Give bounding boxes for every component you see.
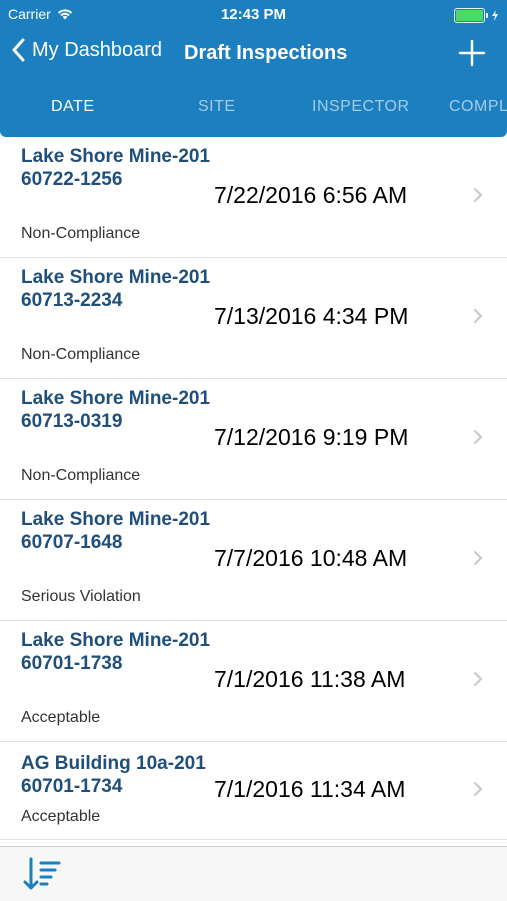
list-item[interactable]: Lake Shore Mine-20160713-2234 Non-Compli… bbox=[0, 258, 507, 379]
list-item[interactable]: AG Building 10a-20160701-1734 Acceptable… bbox=[0, 742, 507, 840]
list-item[interactable]: Lake Shore Mine-20160707-1648 Serious Vi… bbox=[0, 500, 507, 621]
chevron-right-icon bbox=[474, 188, 483, 202]
inspection-date: 7/12/2016 9:19 PM bbox=[214, 424, 409, 450]
inspection-date: 7/7/2016 10:48 AM bbox=[214, 545, 408, 571]
sort-tabs: DATE SITE INSPECTOR COMPL bbox=[0, 88, 507, 128]
back-button[interactable]: My Dashboard bbox=[12, 38, 162, 62]
tab-site[interactable]: SITE bbox=[198, 98, 236, 116]
inspection-status: Serious Violation bbox=[21, 588, 141, 605]
inspection-date: 7/13/2016 4:34 PM bbox=[214, 303, 409, 329]
tab-inspector[interactable]: INSPECTOR bbox=[312, 98, 410, 116]
status-time: 12:43 PM bbox=[220, 6, 287, 23]
inspection-date: 7/1/2016 11:34 AM bbox=[214, 776, 406, 802]
inspection-title: Lake Shore Mine-20160713-2234 bbox=[21, 267, 211, 311]
chevron-left-icon bbox=[12, 38, 25, 62]
add-inspection-button[interactable] bbox=[455, 36, 489, 70]
chevron-right-icon bbox=[474, 430, 483, 444]
chevron-right-icon bbox=[474, 672, 483, 686]
tab-compliance[interactable]: COMPL bbox=[449, 98, 507, 116]
navigation-bar: My Dashboard Draft Inspections bbox=[0, 30, 507, 76]
tab-date[interactable]: DATE bbox=[51, 98, 94, 116]
status-bar: Carrier 12:43 PM bbox=[0, 0, 507, 28]
inspection-list: Lake Shore Mine-20160722-1256 Non-Compli… bbox=[0, 137, 507, 840]
inspection-date: 7/22/2016 6:56 AM bbox=[214, 182, 408, 208]
inspection-title: AG Building 10a-20160701-1734 bbox=[21, 753, 206, 797]
inspection-status: Non-Compliance bbox=[21, 225, 141, 242]
sort-descending-icon bbox=[23, 857, 61, 890]
inspection-title: Lake Shore Mine-20160722-1256 bbox=[21, 146, 211, 190]
plus-icon bbox=[458, 39, 486, 67]
inspection-title: Lake Shore Mine-20160701-1738 bbox=[21, 630, 211, 674]
inspection-status: Acceptable bbox=[21, 808, 101, 825]
sort-button[interactable] bbox=[22, 855, 62, 895]
list-item[interactable]: Lake Shore Mine-20160713-0319 Non-Compli… bbox=[0, 379, 507, 500]
bottom-toolbar bbox=[0, 846, 507, 901]
chevron-right-icon bbox=[474, 309, 483, 323]
battery-icon bbox=[454, 8, 499, 23]
inspection-status: Non-Compliance bbox=[21, 467, 141, 484]
inspection-status: Acceptable bbox=[21, 709, 101, 726]
header: Carrier 12:43 PM My Dashboard Draft Insp… bbox=[0, 0, 507, 137]
page-title: Draft Inspections bbox=[184, 42, 348, 64]
chevron-right-icon bbox=[474, 782, 483, 796]
list-item[interactable]: Lake Shore Mine-20160722-1256 Non-Compli… bbox=[0, 137, 507, 258]
inspection-status: Non-Compliance bbox=[21, 346, 141, 363]
inspection-title: Lake Shore Mine-20160713-0319 bbox=[21, 388, 211, 432]
inspection-title: Lake Shore Mine-20160707-1648 bbox=[21, 509, 211, 553]
chevron-right-icon bbox=[474, 551, 483, 565]
inspection-date: 7/1/2016 11:38 AM bbox=[214, 666, 406, 692]
list-item[interactable]: Lake Shore Mine-20160701-1738 Acceptable… bbox=[0, 621, 507, 742]
back-label: My Dashboard bbox=[32, 38, 163, 61]
